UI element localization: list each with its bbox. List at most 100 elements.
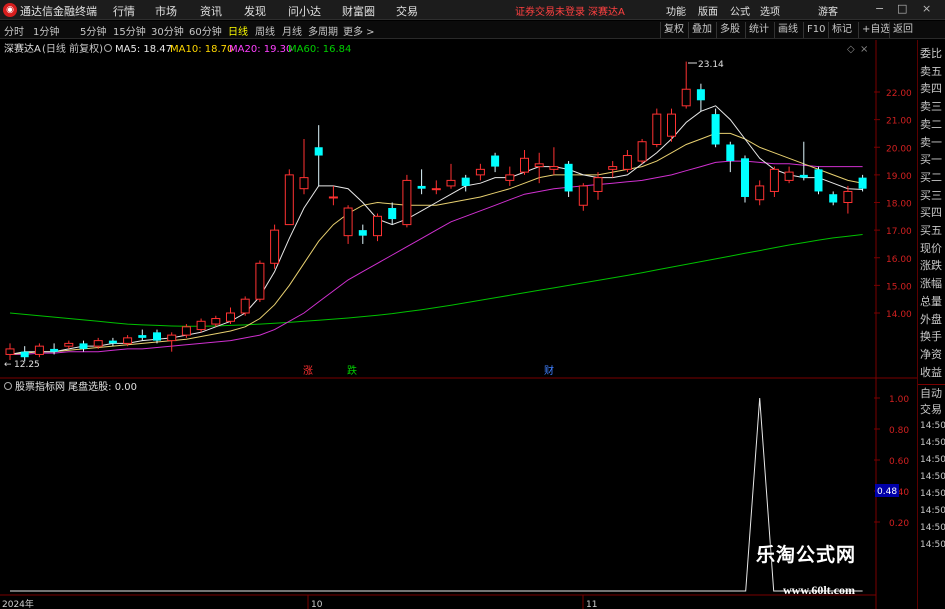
candle-body-up — [431, 188, 441, 191]
indicator-title: 股票指标网 尾盘选股: 0.00 — [15, 380, 137, 393]
price-axis-label: 16.00 — [886, 255, 912, 265]
candle-body-down — [358, 230, 367, 236]
candle-body-up — [93, 340, 103, 347]
back-button[interactable]: 返回 — [889, 22, 913, 38]
period-15min[interactable]: 15分钟 — [113, 23, 146, 38]
candle-body-up — [328, 196, 338, 199]
candle-body-up — [755, 185, 765, 201]
period-60min[interactable]: 60分钟 — [189, 23, 222, 38]
candle-body-up — [578, 185, 588, 206]
price-axis-label: 15.00 — [886, 282, 912, 292]
draw-line-button[interactable]: 画线 — [774, 22, 798, 38]
adjust-button[interactable]: 复权 — [660, 22, 684, 38]
candle-body-down — [741, 158, 749, 197]
candle-body-up — [622, 155, 632, 170]
stats-button[interactable]: 统计 — [745, 22, 769, 38]
candle-body-down — [388, 208, 397, 220]
close-panel-icon[interactable]: × — [860, 44, 868, 55]
period-more[interactable]: 更多 > — [343, 23, 375, 38]
candle-body-down — [814, 169, 823, 192]
indicator-axis-label: 0.80 — [889, 426, 909, 436]
ma20-label: MA20: 19.30 — [229, 44, 292, 55]
candle-body-down — [314, 147, 323, 156]
formula-button[interactable]: 公式 — [730, 3, 750, 18]
indicator-axis-label: 0.20 — [889, 519, 909, 529]
candle-body-up — [211, 318, 221, 325]
period-5min[interactable]: 5分钟 — [80, 23, 106, 38]
tick-time: 14:50 — [920, 523, 945, 534]
watermark-url: www.60lt.com — [783, 583, 855, 597]
candle-body-up — [608, 166, 618, 170]
quote-label: 买二 — [920, 170, 942, 184]
candle-body-up — [681, 88, 691, 107]
minimize-icon[interactable]: − — [875, 2, 884, 15]
tick-time: 14:50 — [920, 540, 945, 551]
tick-time: 14:50 — [920, 472, 945, 483]
trade-label[interactable]: 自动 — [920, 386, 942, 402]
date-label-nov: 11 — [586, 600, 597, 609]
ma60-label: MA60: 16.84 — [288, 44, 351, 55]
function-button[interactable]: 功能 — [666, 3, 686, 18]
trade-status[interactable]: 证券交易未登录 — [515, 3, 585, 18]
layout-button[interactable]: 版面 — [698, 3, 718, 18]
price-axis-label: 14.00 — [886, 310, 912, 320]
tick-time: 14:50 — [920, 506, 945, 517]
multi-stock-button[interactable]: 多股 — [716, 22, 740, 38]
close-icon[interactable]: × — [922, 2, 931, 15]
date-label-year: 2024年 — [2, 598, 34, 609]
quote-label: 卖四 — [920, 82, 942, 96]
candle-body-down — [711, 114, 720, 145]
period-daily[interactable]: 日线 — [228, 23, 248, 38]
mark-button[interactable]: 标记 — [828, 22, 852, 38]
event-mark-down[interactable]: 跌 — [347, 364, 357, 377]
quote-label: 买三 — [920, 188, 942, 202]
current-value: 0.48 — [877, 487, 897, 497]
indicator-axis-label: 0.60 — [889, 457, 909, 467]
quote-label: 卖三 — [920, 100, 942, 114]
overlay-button[interactable]: 叠加 — [688, 22, 712, 38]
menu-market[interactable]: 市场 — [155, 3, 177, 19]
period-intraday[interactable]: 分时 — [4, 23, 24, 38]
event-mark-up[interactable]: 涨 — [303, 365, 313, 377]
period-toolbar: 分时 1分钟 5分钟 15分钟 30分钟 60分钟 日线 周线 月线 多周期 更… — [0, 21, 945, 39]
period-30min[interactable]: 30分钟 — [151, 23, 184, 38]
menu-trade[interactable]: 交易 — [396, 3, 418, 19]
tick-time: 14:50 — [920, 438, 945, 449]
diamond-icon[interactable]: ◇ — [847, 44, 855, 55]
quote-label: 买五 — [920, 224, 942, 237]
period-1min[interactable]: 1分钟 — [33, 23, 59, 38]
add-watchlist-button[interactable]: +自选 — [858, 22, 890, 38]
stock-name: 深赛达A — [4, 42, 41, 55]
candle-body-up — [167, 334, 177, 342]
candle-body-up — [769, 168, 779, 192]
menu-discover[interactable]: 发现 — [244, 3, 266, 19]
period-monthly[interactable]: 月线 — [282, 23, 302, 38]
menu-quotes[interactable]: 行情 — [113, 3, 135, 19]
candle-body-up — [505, 174, 515, 181]
kline-chart[interactable]: 22.00 21.00 20.00 19.00 18.00 17.00 16.00 15.00… — [0, 40, 917, 380]
tick-time: 14:50 — [920, 421, 945, 432]
candle-body-up — [520, 157, 529, 173]
menu-wealth[interactable]: 财富圈 — [342, 3, 375, 19]
candle-body-down — [461, 177, 470, 186]
period-multi[interactable]: 多周期 — [308, 23, 338, 38]
candle-body-down — [79, 343, 88, 349]
candle-body-down — [858, 177, 867, 189]
menu-ask[interactable]: 问小达 — [288, 3, 321, 19]
candle-body-up — [181, 326, 191, 336]
guest-user[interactable]: 游客 — [818, 3, 838, 18]
f10-button[interactable]: F10 — [803, 22, 825, 38]
stock-link[interactable]: 深赛达A — [588, 3, 625, 18]
event-mark-finance[interactable]: 财 — [544, 364, 554, 377]
candle-body-up — [475, 168, 485, 176]
menu-news[interactable]: 资讯 — [200, 3, 222, 19]
quote-label: 总量 — [920, 294, 942, 308]
maximize-icon[interactable]: □ — [897, 2, 907, 15]
trade-label[interactable]: 交易 — [920, 402, 942, 418]
options-button[interactable]: 选项 — [760, 3, 780, 18]
candle-body-up — [5, 348, 15, 355]
indicator-chart[interactable]: 股票指标网 尾盘选股: 0.00 1.000.800.600.400.20 0.… — [0, 380, 917, 609]
period-weekly[interactable]: 周线 — [255, 23, 275, 38]
ma10-label: MA10: 18.70 — [170, 44, 233, 55]
candle-body-up — [196, 320, 206, 331]
